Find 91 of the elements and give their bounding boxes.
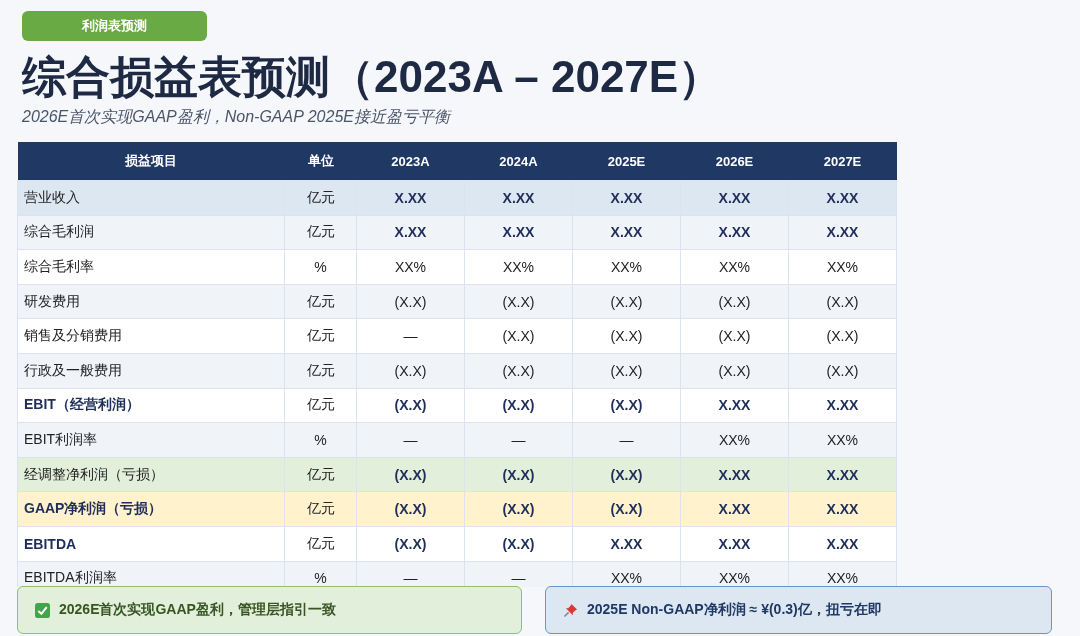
table-cell: X.XX: [572, 526, 681, 562]
table-cell: EBITDA: [17, 526, 285, 562]
page-subtitle: 2026E首次实现GAAP盈利，Non-GAAP 2025E接近盈亏平衡: [22, 107, 453, 127]
table-cell: 综合毛利率: [17, 249, 285, 285]
table-cell: 销售及分销费用: [17, 318, 285, 354]
table-cell: %: [284, 422, 357, 458]
column-header: 2025E: [572, 142, 681, 181]
callout-text: 2025E Non-GAAP净利润 ≈ ¥(0.3)亿，扭亏在即: [587, 601, 882, 619]
table-cell: X.XX: [788, 491, 897, 527]
table-cell: —: [356, 422, 465, 458]
table-cell: 亿元: [284, 215, 357, 250]
table-cell: (X.X): [356, 526, 465, 562]
table-cell: (X.X): [464, 388, 573, 423]
column-header: 损益项目: [17, 142, 285, 181]
table-cell: (X.X): [464, 526, 573, 562]
table-cell: (X.X): [356, 491, 465, 527]
table-cell: X.XX: [680, 457, 789, 492]
table-cell: X.XX: [464, 180, 573, 216]
table-cell: X.XX: [464, 215, 573, 250]
table-cell: X.XX: [680, 215, 789, 250]
check-icon: [35, 602, 50, 618]
table-cell: —: [464, 422, 573, 458]
table-cell: XX%: [572, 249, 681, 285]
table-cell: X.XX: [356, 215, 465, 250]
table-cell: 亿元: [284, 180, 357, 216]
table-cell: 亿元: [284, 353, 357, 389]
table-cell: X.XX: [680, 180, 789, 216]
table-cell: X.XX: [680, 491, 789, 527]
table-cell: (X.X): [356, 353, 465, 389]
table-cell: —: [572, 422, 681, 458]
pin-icon: [563, 602, 578, 618]
table-cell: (X.X): [464, 318, 573, 354]
page-title: 综合损益表预测（2023A – 2027E）: [22, 51, 724, 103]
table-cell: (X.X): [572, 353, 681, 389]
table-cell: 亿元: [284, 388, 357, 423]
table-cell: (X.X): [464, 491, 573, 527]
table-cell: (X.X): [464, 457, 573, 492]
table-cell: XX%: [788, 422, 897, 458]
table-cell: 研发费用: [17, 284, 285, 319]
table-cell: X.XX: [572, 215, 681, 250]
table-cell: (X.X): [680, 318, 789, 354]
table-cell: 亿元: [284, 284, 357, 319]
column-header: 2024A: [464, 142, 573, 181]
table-cell: (X.X): [680, 284, 789, 319]
table-cell: (X.X): [572, 491, 681, 527]
table-cell: 亿元: [284, 318, 357, 354]
table-cell: EBIT利润率: [17, 422, 285, 458]
table-cell: XX%: [680, 422, 789, 458]
table-cell: %: [284, 249, 357, 285]
table-cell: XX%: [788, 249, 897, 285]
column-header: 2027E: [788, 142, 897, 181]
table-cell: 亿元: [284, 491, 357, 527]
table-cell: (X.X): [572, 457, 681, 492]
table-cell: XX%: [464, 249, 573, 285]
table-cell: X.XX: [788, 215, 897, 250]
table-cell: XX%: [356, 249, 465, 285]
table-cell: —: [356, 318, 465, 354]
table-cell: (X.X): [572, 318, 681, 354]
section-badge: 利润表预测: [22, 11, 207, 41]
table-cell: X.XX: [572, 180, 681, 216]
table-cell: XX%: [680, 249, 789, 285]
column-header: 单位: [284, 142, 357, 181]
table-cell: X.XX: [788, 388, 897, 423]
table-cell: 综合毛利润: [17, 215, 285, 250]
table-cell: X.XX: [788, 526, 897, 562]
table-cell: GAAP净利润（亏损）: [17, 491, 285, 527]
table-cell: 行政及一般费用: [17, 353, 285, 389]
table-cell: X.XX: [788, 180, 897, 216]
table-cell: (X.X): [464, 284, 573, 319]
table-cell: (X.X): [788, 318, 897, 354]
table-cell: (X.X): [788, 353, 897, 389]
table-cell: (X.X): [356, 284, 465, 319]
column-header: 2026E: [680, 142, 789, 181]
column-header: 2023A: [356, 142, 465, 181]
table-cell: (X.X): [464, 353, 573, 389]
table-cell: 营业收入: [17, 180, 285, 216]
table-cell: X.XX: [788, 457, 897, 492]
callout-text: 2026E首次实现GAAP盈利，管理层指引一致: [59, 601, 336, 619]
table-cell: 经调整净利润（亏损）: [17, 457, 285, 492]
table-cell: (X.X): [356, 388, 465, 423]
table-cell: (X.X): [572, 284, 681, 319]
table-cell: 亿元: [284, 457, 357, 492]
table-cell: (X.X): [680, 353, 789, 389]
table-cell: EBIT（经营利润）: [17, 388, 285, 423]
table-cell: X.XX: [680, 526, 789, 562]
table-cell: X.XX: [356, 180, 465, 216]
table-cell: X.XX: [680, 388, 789, 423]
table-cell: (X.X): [572, 388, 681, 423]
table-cell: (X.X): [356, 457, 465, 492]
table-cell: 亿元: [284, 526, 357, 562]
table-cell: (X.X): [788, 284, 897, 319]
